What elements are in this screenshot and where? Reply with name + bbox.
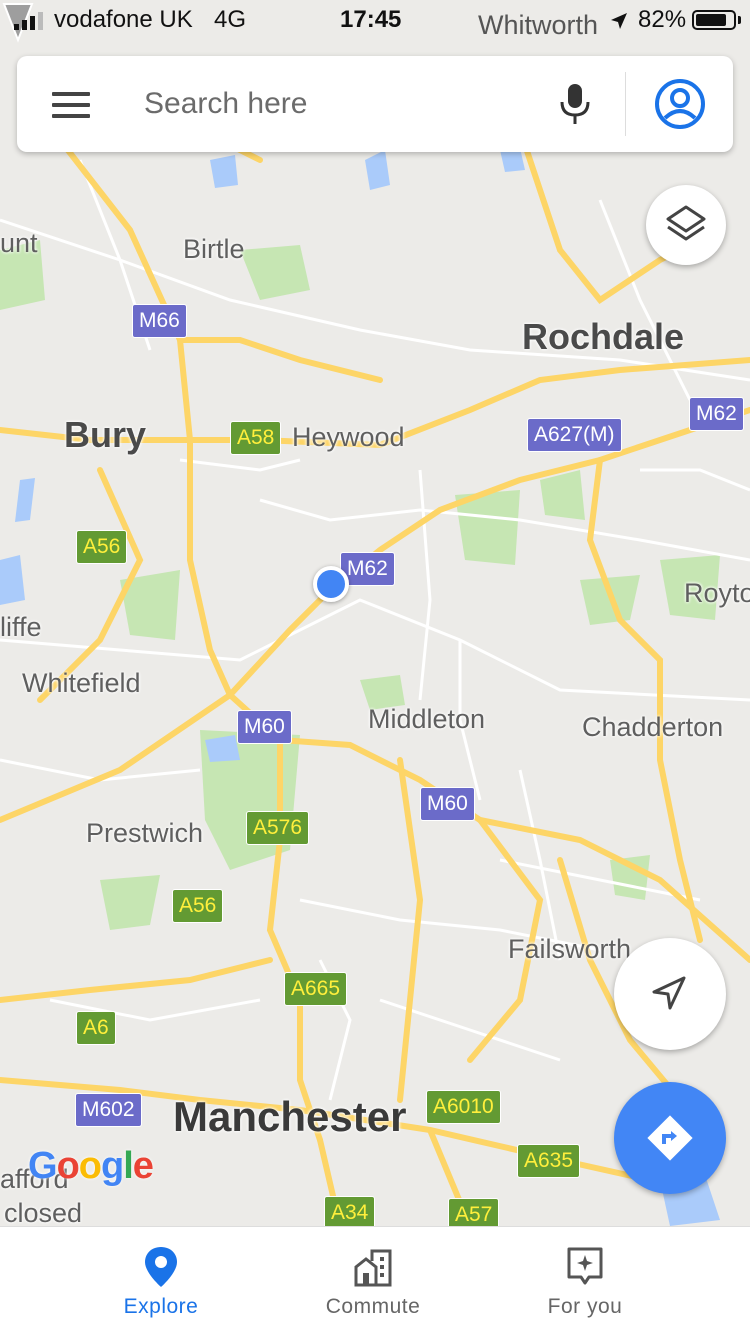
place-label: Heywood — [292, 422, 405, 452]
carrier-name: vodafone UK — [54, 6, 193, 33]
road-shield: A665 — [284, 972, 348, 1006]
battery-level — [696, 14, 726, 26]
tab-for-you[interactable]: For you — [460, 1227, 710, 1335]
place-label: Bury — [64, 414, 147, 455]
road-shield: A627(M) — [527, 418, 622, 452]
road-shield: A635 — [517, 1144, 581, 1178]
status-bar: vodafone UK 4G 17:45 Whitworth 82% — [0, 0, 750, 40]
road-shield: M60 — [237, 710, 292, 744]
search-divider — [625, 72, 626, 136]
place-label: Failsworth — [508, 934, 632, 964]
menu-icon[interactable] — [52, 92, 90, 118]
directions-button[interactable] — [614, 1082, 726, 1194]
place-label: Manchester — [173, 1093, 407, 1140]
search-bar — [17, 56, 733, 152]
place-label: Prestwich — [86, 818, 204, 848]
main-roads — [0, 97, 750, 1226]
place-label: Rochdale — [522, 316, 685, 357]
account-icon[interactable] — [654, 78, 706, 130]
search-input[interactable] — [144, 86, 524, 122]
road-shield: M66 — [132, 304, 187, 338]
road-shield: A6010 — [426, 1090, 501, 1124]
road-shield: A56 — [172, 889, 224, 923]
tab-label: For you — [547, 1295, 623, 1318]
google-logo: Google — [28, 1145, 154, 1187]
road-shield: A576 — [246, 811, 310, 845]
layers-button[interactable] — [646, 185, 726, 265]
road-shield: A57 — [448, 1198, 500, 1226]
place-label: closed — [4, 1198, 83, 1226]
mic-icon[interactable] — [557, 82, 593, 126]
place-label: liffe — [0, 612, 42, 642]
road-shield: M602 — [75, 1093, 142, 1127]
navigation-arrow-icon — [652, 976, 686, 1010]
battery-icon — [692, 10, 736, 30]
battery-percent: 82% — [638, 6, 687, 33]
location-label: Whitworth — [478, 10, 599, 40]
location-arrow-icon — [611, 13, 627, 29]
network-type: 4G — [214, 6, 247, 33]
commute-buildings-icon — [354, 1249, 392, 1287]
road-shield: A34 — [324, 1196, 376, 1226]
place-label: Whitefield — [22, 668, 141, 698]
location-pin-icon — [145, 1247, 177, 1287]
recenter-button[interactable] — [614, 938, 726, 1050]
current-location-dot — [313, 566, 349, 602]
road-shield: M62 — [689, 397, 744, 431]
signal-strength-icon — [14, 12, 43, 30]
place-label: Birtle — [183, 234, 245, 264]
road-shield: A58 — [230, 421, 282, 455]
layers-icon — [666, 205, 706, 241]
road-shield: A56 — [76, 530, 128, 564]
battery-cap — [738, 16, 741, 24]
road-shield: A6 — [76, 1011, 116, 1045]
clock: 17:45 — [340, 6, 402, 33]
place-label: Middleton — [368, 704, 486, 734]
sparkle-icon — [567, 1247, 603, 1285]
place-label: Royto — [684, 578, 750, 608]
road-shield: M60 — [420, 787, 475, 821]
directions-icon — [647, 1115, 693, 1161]
bottom-navigation: Explore Commute For you — [0, 1226, 750, 1335]
place-label: unt — [0, 228, 38, 258]
place-label: Chadderton — [582, 712, 724, 742]
